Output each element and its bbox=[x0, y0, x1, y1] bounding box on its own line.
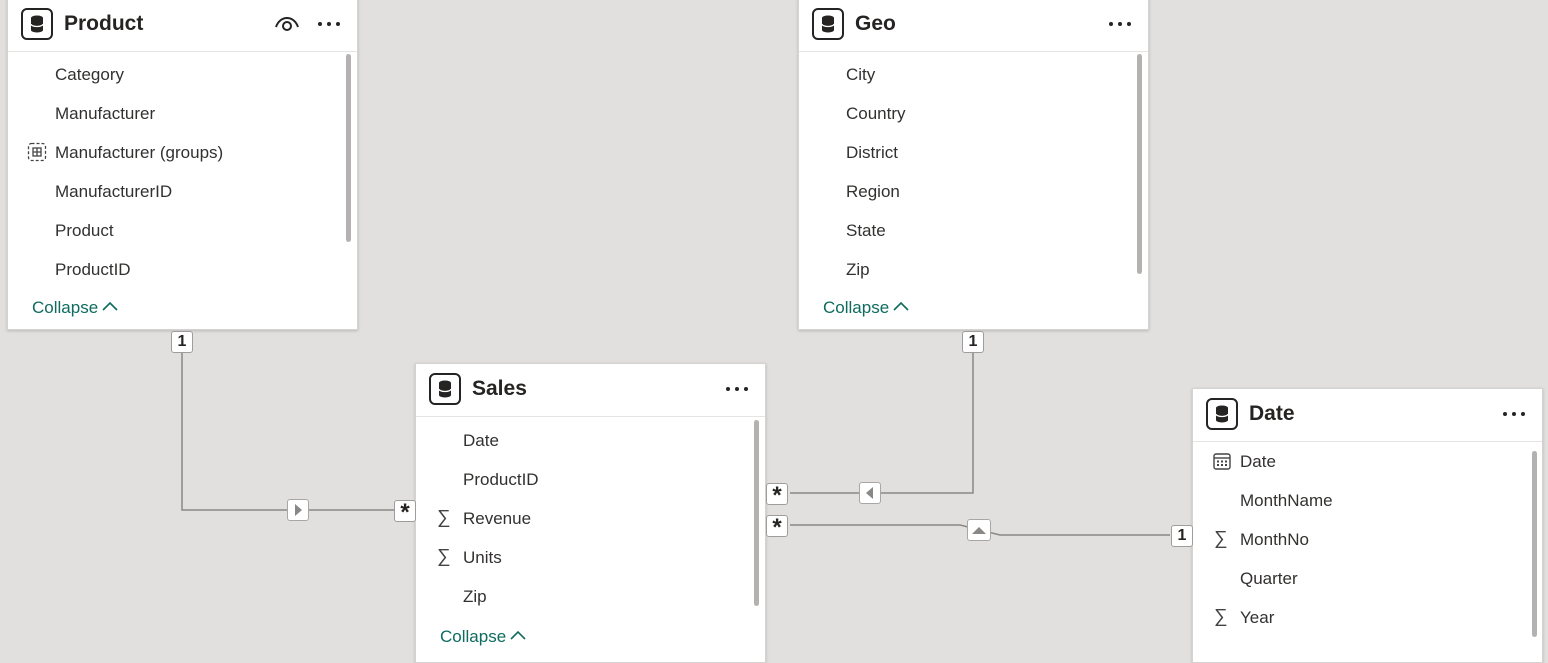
field-label: City bbox=[846, 65, 876, 84]
field-row[interactable]: Manufacturer (groups) bbox=[8, 133, 343, 172]
collapse-label: Collapse bbox=[823, 298, 890, 317]
chevron-up-icon bbox=[510, 630, 526, 640]
table-icon bbox=[1206, 398, 1238, 430]
date-rel-many-marker[interactable]: * bbox=[766, 515, 788, 540]
collapse-label: Collapse bbox=[440, 627, 507, 646]
field-label: Date bbox=[463, 431, 499, 450]
field-row[interactable]: ∑ Year bbox=[1193, 598, 1528, 637]
field-row[interactable]: ∑ Revenue bbox=[416, 499, 751, 538]
field-row[interactable]: Zip bbox=[799, 250, 1134, 289]
field-row[interactable]: Date bbox=[1193, 442, 1528, 481]
product-rel-many-marker[interactable]: * bbox=[394, 500, 416, 525]
geo-rel-direction-icon[interactable] bbox=[859, 482, 881, 504]
more-options-icon[interactable] bbox=[1106, 11, 1134, 35]
chevron-up-icon bbox=[102, 301, 118, 311]
geo-rel-one-marker[interactable]: 1 bbox=[962, 331, 984, 353]
field-row[interactable]: Product bbox=[8, 211, 343, 250]
field-row[interactable]: District bbox=[799, 133, 1134, 172]
product-scrollbar[interactable] bbox=[346, 54, 351, 242]
visibility-eye-icon[interactable] bbox=[273, 11, 303, 37]
field-row[interactable]: Date bbox=[416, 421, 751, 460]
sales-scrollbar[interactable] bbox=[754, 420, 759, 606]
field-row[interactable]: City bbox=[799, 55, 1134, 94]
product-rel-one-marker[interactable]: 1 bbox=[171, 331, 193, 353]
product-rel-direction-icon[interactable] bbox=[287, 499, 309, 521]
field-label: MonthNo bbox=[1240, 530, 1309, 549]
field-label: State bbox=[846, 221, 886, 240]
field-label: Region bbox=[846, 182, 900, 201]
field-row[interactable]: Category bbox=[8, 55, 343, 94]
field-row[interactable]: ∑ MonthNo bbox=[1193, 520, 1528, 559]
field-label: Manufacturer bbox=[55, 104, 156, 123]
sales-collapse-link[interactable]: Collapse bbox=[440, 627, 526, 647]
field-label: Date bbox=[1240, 452, 1276, 471]
more-options-icon[interactable] bbox=[1500, 401, 1528, 425]
group-icon bbox=[27, 142, 47, 162]
chevron-up-icon bbox=[893, 301, 909, 311]
field-label: Year bbox=[1240, 608, 1275, 627]
field-row[interactable]: Country bbox=[799, 94, 1134, 133]
field-label: ManufacturerID bbox=[55, 182, 173, 201]
geo-collapse-link[interactable]: Collapse bbox=[823, 298, 909, 318]
field-row[interactable]: ProductID bbox=[8, 250, 343, 289]
field-label: Revenue bbox=[463, 509, 532, 528]
field-row[interactable]: Region bbox=[799, 172, 1134, 211]
more-options-icon[interactable] bbox=[315, 11, 343, 35]
sigma-icon: ∑ bbox=[1214, 606, 1228, 627]
date-table-title: Date bbox=[1249, 402, 1295, 425]
field-label: Units bbox=[463, 548, 502, 567]
field-row[interactable]: ProductID bbox=[416, 460, 751, 499]
calendar-icon bbox=[1212, 451, 1232, 471]
field-label: Quarter bbox=[1240, 569, 1298, 588]
field-label: Zip bbox=[846, 260, 870, 279]
field-row[interactable]: State bbox=[799, 211, 1134, 250]
date-scrollbar[interactable] bbox=[1532, 451, 1537, 637]
geo-table-title: Geo bbox=[855, 12, 896, 35]
sales-table-header[interactable]: Sales bbox=[416, 364, 765, 417]
sigma-icon: ∑ bbox=[437, 546, 451, 567]
field-label: ProductID bbox=[463, 470, 539, 489]
geo-sales-line[interactable] bbox=[790, 352, 974, 494]
geo-scrollbar[interactable] bbox=[1137, 54, 1142, 274]
sigma-icon: ∑ bbox=[437, 507, 451, 528]
field-label: MonthName bbox=[1240, 491, 1333, 510]
date-table-card[interactable]: Date Date MonthName ∑ MonthNo Quarter ∑ Year bbox=[1192, 388, 1543, 663]
product-sales-line[interactable] bbox=[181, 352, 394, 511]
date-rel-direction-icon[interactable] bbox=[967, 519, 991, 541]
field-row[interactable]: Manufacturer bbox=[8, 94, 343, 133]
sales-table-card[interactable]: Sales Date ProductID ∑ Revenue ∑ Units Zip Col… bbox=[415, 363, 766, 663]
date-rel-one-marker[interactable]: 1 bbox=[1171, 525, 1193, 547]
table-icon bbox=[812, 8, 844, 40]
more-options-icon[interactable] bbox=[723, 376, 751, 400]
product-table-card[interactable]: Product Category Manufacturer Manufacturer… bbox=[7, 0, 358, 330]
geo-table-header[interactable]: Geo bbox=[799, 0, 1148, 52]
field-label: Manufacturer (groups) bbox=[55, 143, 224, 162]
field-label: Category bbox=[55, 65, 124, 84]
table-icon bbox=[429, 373, 461, 405]
product-collapse-link[interactable]: Collapse bbox=[32, 298, 118, 318]
field-label: Zip bbox=[463, 587, 487, 606]
field-label: Country bbox=[846, 104, 906, 123]
field-label: District bbox=[846, 143, 898, 162]
product-table-title: Product bbox=[64, 12, 144, 35]
date-table-header[interactable]: Date bbox=[1193, 389, 1542, 442]
collapse-label: Collapse bbox=[32, 298, 99, 317]
field-label: ProductID bbox=[55, 260, 131, 279]
field-row[interactable]: Zip bbox=[416, 577, 751, 616]
field-row[interactable]: MonthName bbox=[1193, 481, 1528, 520]
product-table-header[interactable]: Product bbox=[8, 0, 357, 52]
field-row[interactable]: Quarter bbox=[1193, 559, 1528, 598]
sigma-icon: ∑ bbox=[1214, 528, 1228, 549]
field-row[interactable]: ManufacturerID bbox=[8, 172, 343, 211]
field-row[interactable]: ∑ Units bbox=[416, 538, 751, 577]
sales-table-title: Sales bbox=[472, 377, 527, 400]
geo-table-card[interactable]: Geo City Country District Region State Zip Co… bbox=[798, 0, 1149, 330]
field-label: Product bbox=[55, 221, 114, 240]
table-icon bbox=[21, 8, 53, 40]
geo-rel-many-marker[interactable]: * bbox=[766, 483, 788, 508]
